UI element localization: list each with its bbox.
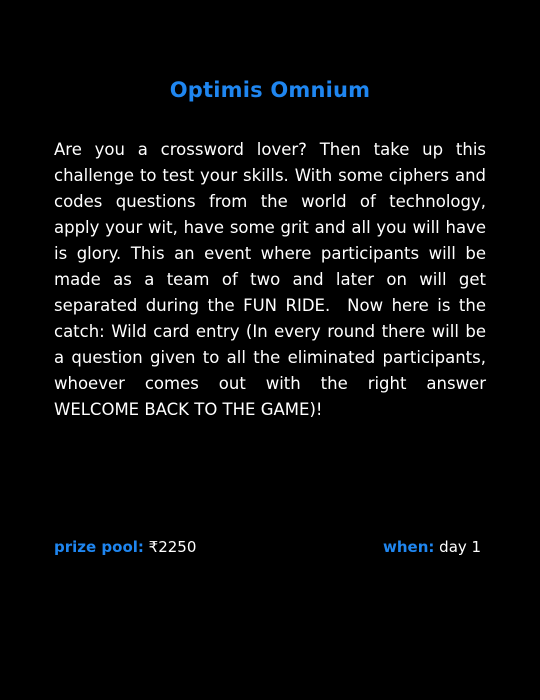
when-value: day 1 <box>439 538 482 556</box>
event-date-info: when: day 1 <box>383 537 481 557</box>
prize-pool-value: ₹2250 <box>148 538 197 556</box>
prize-pool-label: prize pool: <box>54 538 144 556</box>
prize-pool-info: prize pool: ₹2250 <box>54 537 196 557</box>
event-card: Optimis Omnium Are you a crossword lover… <box>0 0 540 700</box>
when-label: when: <box>383 538 435 556</box>
event-description: Are you a crossword lover? Then take up … <box>54 140 492 419</box>
event-title: Optimis Omnium <box>169 78 371 102</box>
